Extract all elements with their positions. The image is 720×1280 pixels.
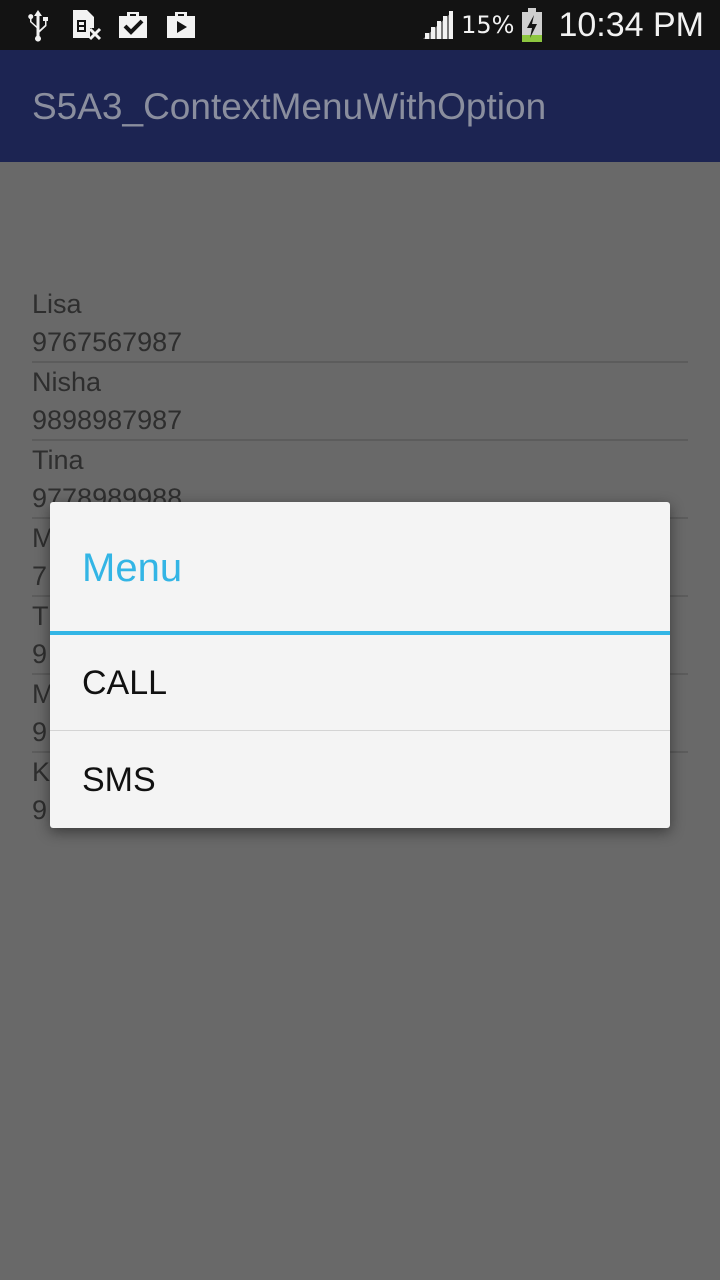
contact-name: Tina xyxy=(32,445,84,475)
contact-name: Lisa xyxy=(32,289,82,319)
menu-item-call[interactable]: CALL xyxy=(50,635,670,731)
signal-icon xyxy=(423,11,454,39)
battery-charging-icon xyxy=(522,8,543,42)
context-menu-dialog: Menu CALL SMS xyxy=(50,502,670,828)
usb-icon xyxy=(28,10,48,42)
contact-phone: 9767567987 xyxy=(32,327,183,357)
list-item[interactable]: Lisa 9767567987 xyxy=(32,285,688,363)
list-item[interactable]: Nisha 9898987987 xyxy=(32,363,688,441)
media-icon xyxy=(167,12,195,38)
menu-item-sms[interactable]: SMS xyxy=(50,732,670,828)
battery-percent: 15% xyxy=(461,11,515,39)
dialog-title: Menu xyxy=(82,546,183,590)
clock: 10:34 PM xyxy=(558,5,704,44)
clipboard-check-icon xyxy=(119,12,147,38)
app-title: S5A3_ContextMenuWithOption xyxy=(32,86,547,127)
no-sim-icon xyxy=(73,10,102,41)
status-bar: 15% 10:34 PM xyxy=(0,0,720,50)
action-bar: S5A3_ContextMenuWithOption xyxy=(0,50,720,162)
contact-phone: 9898987987 xyxy=(32,405,183,435)
contact-name: Nisha xyxy=(32,367,102,397)
